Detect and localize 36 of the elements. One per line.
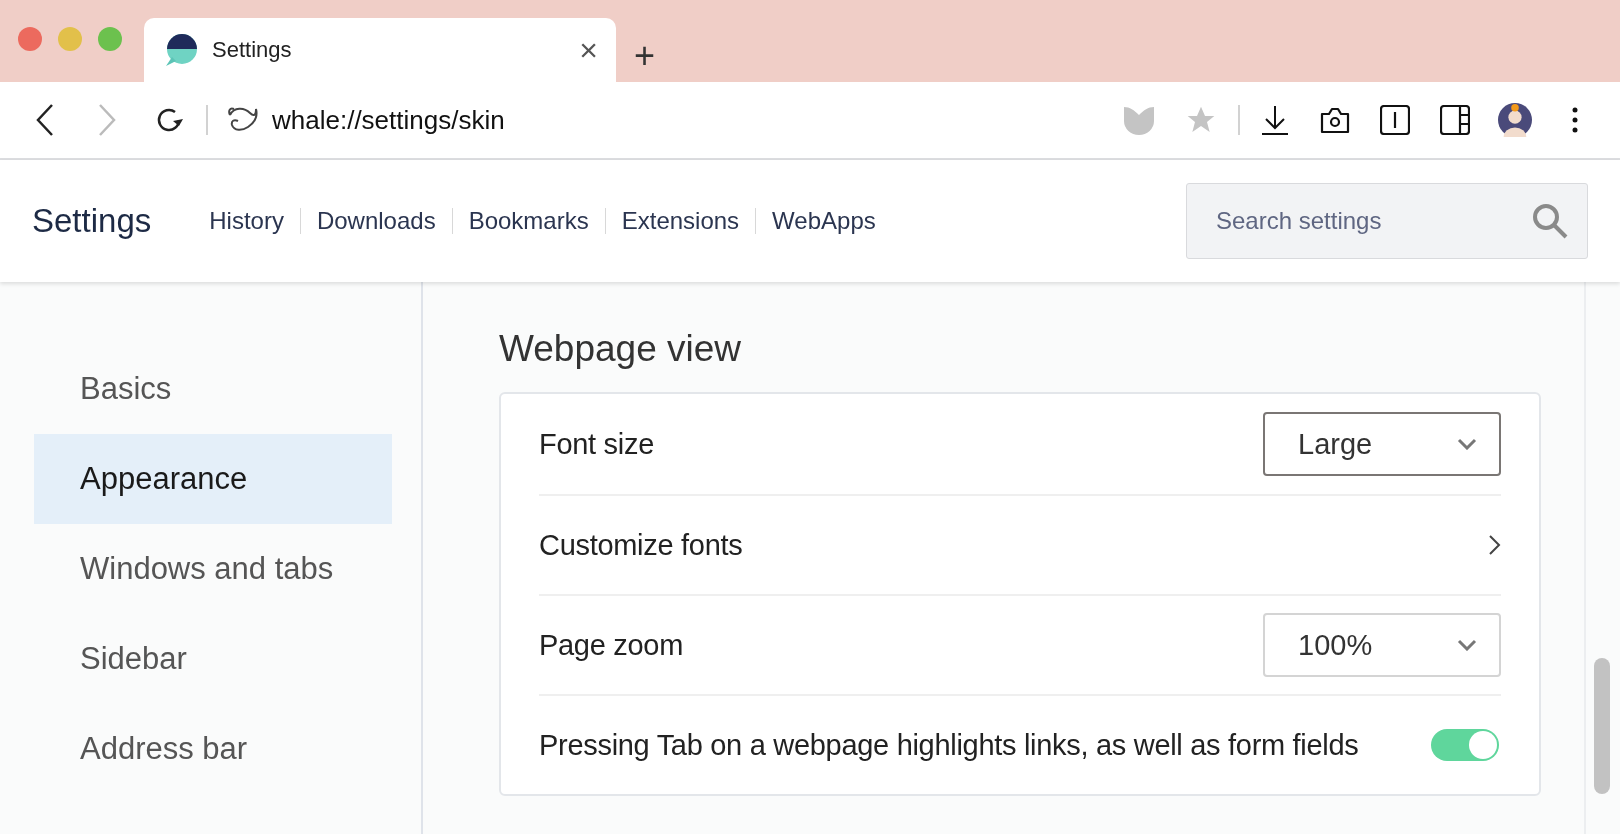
reader-button[interactable] bbox=[1378, 103, 1412, 137]
chevron-down-icon bbox=[1457, 438, 1477, 450]
tab-title: Settings bbox=[212, 37, 293, 63]
dropdown[interactable]: Large bbox=[1263, 412, 1501, 476]
profile-avatar[interactable] bbox=[1498, 103, 1532, 137]
chevron-right-icon bbox=[1487, 534, 1501, 556]
section-title: Webpage view bbox=[499, 328, 743, 370]
new-tab-button[interactable]: + bbox=[634, 38, 656, 74]
browser-tab[interactable]: Settings × bbox=[144, 18, 616, 82]
sidebar-item[interactable]: Windows and tabs bbox=[34, 524, 392, 614]
sidebar-item[interactable]: Basics bbox=[34, 344, 392, 434]
sidebar-item[interactable]: Appearance bbox=[34, 434, 392, 524]
sidebar-item[interactable]: Sidebar bbox=[34, 614, 392, 704]
setting-label: Pressing Tab on a webpage highlights links, as well as form fields bbox=[539, 728, 1360, 762]
url-text: whale://settings/skin bbox=[272, 104, 506, 136]
nav-link[interactable]: Bookmarks bbox=[451, 208, 605, 234]
dropdown[interactable]: 100% bbox=[1263, 613, 1501, 677]
search-icon bbox=[1531, 202, 1569, 240]
setting-label: Font size bbox=[539, 427, 655, 461]
nav-link[interactable]: Downloads bbox=[299, 208, 452, 234]
nav-link[interactable]: Extensions bbox=[604, 208, 756, 234]
toggle-switch[interactable] bbox=[1431, 729, 1499, 761]
whale-logo-icon bbox=[164, 33, 198, 67]
setting-link[interactable]: Customize fonts bbox=[539, 528, 1487, 562]
nav-link[interactable]: History bbox=[209, 208, 300, 234]
close-tab-button[interactable]: × bbox=[579, 34, 598, 66]
scrollbar-thumb[interactable] bbox=[1594, 658, 1610, 794]
search-field[interactable]: Search settings bbox=[1214, 206, 1531, 236]
search-bar[interactable]: Search settings bbox=[1186, 183, 1588, 259]
nav-link[interactable]: WebApps bbox=[755, 208, 892, 234]
sidebar-item[interactable]: Address bar bbox=[34, 704, 392, 794]
setting-label: Page zoom bbox=[539, 628, 684, 662]
page-title: Settings bbox=[32, 202, 152, 240]
chevron-down-icon bbox=[1457, 639, 1477, 651]
more-icon bbox=[1572, 107, 1578, 133]
sidebar-button[interactable] bbox=[1438, 103, 1472, 137]
